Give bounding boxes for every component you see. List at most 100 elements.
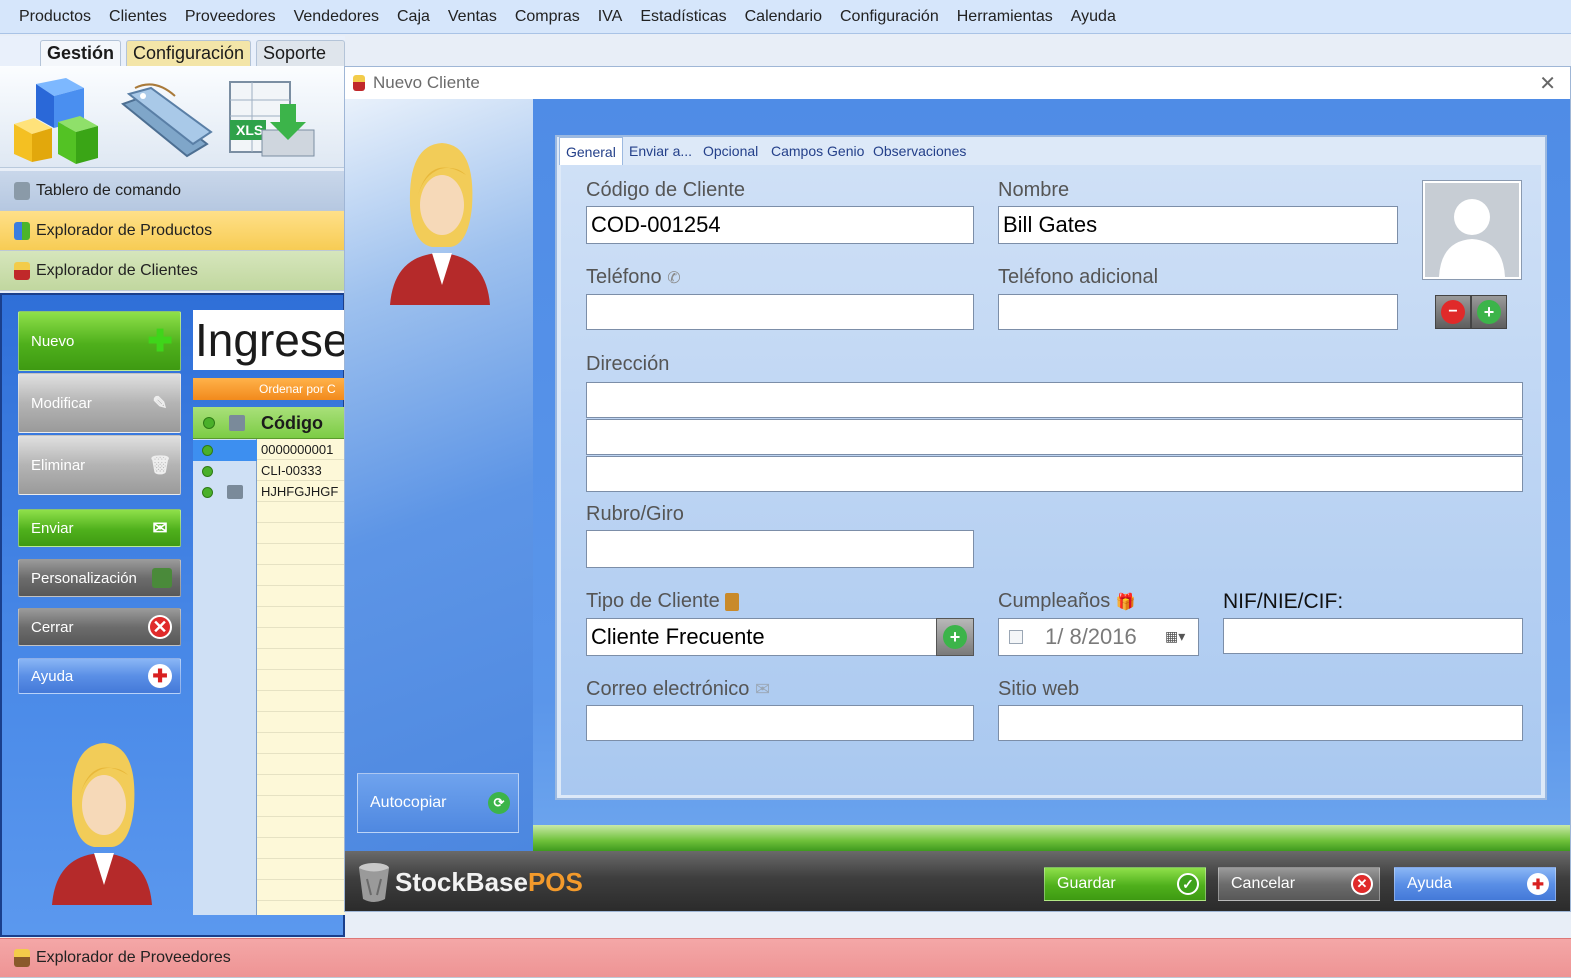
add-photo-button[interactable]: +: [1471, 295, 1507, 329]
accordion-proveedores[interactable]: Explorador de Proveedores: [0, 938, 1571, 978]
menu-item-estadisticas[interactable]: Estadísticas: [631, 0, 735, 34]
dashboard-icon: [14, 181, 30, 200]
xls-export-icon[interactable]: XLS: [222, 74, 322, 164]
table-row[interactable]: HJHFGJHGF: [193, 482, 345, 503]
guardar-button[interactable]: Guardar ✓: [1044, 867, 1206, 901]
menu-item-compras[interactable]: Compras: [506, 0, 589, 34]
eliminar-label: Eliminar: [31, 456, 86, 474]
correo-label: Correo electrónico ✉: [586, 678, 770, 701]
modificar-button[interactable]: Modificar ✎: [18, 373, 181, 433]
status-dot-icon: [202, 487, 213, 498]
direccion-line2-field[interactable]: [586, 419, 1523, 455]
sort-bar[interactable]: Ordenar por C: [193, 378, 345, 400]
status-dot-icon: [203, 417, 215, 429]
minus-icon: −: [1441, 300, 1465, 324]
menu-item-calendario[interactable]: Calendario: [736, 0, 831, 34]
client-photo-placeholder[interactable]: [1422, 180, 1522, 280]
menu-item-ventas[interactable]: Ventas: [439, 0, 506, 34]
price-tags-icon[interactable]: [115, 74, 215, 164]
products-cube-icon[interactable]: [8, 74, 108, 164]
tab-gestion[interactable]: Gestión: [40, 40, 122, 66]
menu-item-iva[interactable]: IVA: [589, 0, 632, 34]
add-tipo-cliente-button[interactable]: +: [936, 618, 974, 656]
tab-enviar-a[interactable]: Enviar a...: [623, 137, 698, 165]
ribbon-toolbar: XLS: [0, 66, 345, 168]
brand-stockbase: StockBase: [395, 867, 528, 897]
calendar-dropdown-icon[interactable]: ▦▾: [1165, 628, 1185, 645]
table-row[interactable]: 0000000001: [193, 440, 345, 461]
eliminar-button[interactable]: Eliminar 🗑: [18, 435, 181, 495]
menu-item-vendedores[interactable]: Vendedores: [285, 0, 388, 34]
menu-item-configuracion[interactable]: Configuración: [831, 0, 948, 34]
status-dot-icon: [202, 466, 213, 477]
cumpleanos-checkbox[interactable]: [1009, 630, 1023, 644]
telefono-label: Teléfono ✆: [586, 266, 681, 289]
menu-item-productos[interactable]: Productos: [10, 0, 100, 34]
tipo-cliente-field[interactable]: Cliente Frecuente: [586, 618, 936, 656]
cancelar-button[interactable]: Cancelar ✕: [1218, 867, 1380, 901]
close-x-icon: ✕: [148, 615, 172, 639]
nif-field[interactable]: [1223, 618, 1523, 654]
grid-header: Código: [193, 407, 345, 439]
card-icon: [227, 485, 243, 499]
autocopiar-button[interactable]: Autocopiar ⟳: [357, 773, 519, 833]
ayuda-left-label: Ayuda: [31, 667, 74, 685]
codigo-field[interactable]: COD-001254: [586, 206, 974, 244]
sitio-label: Sitio web: [998, 678, 1080, 700]
nuevo-label: Nuevo: [31, 332, 75, 350]
row-code: 0000000001: [261, 442, 334, 457]
nombre-label: Nombre: [998, 179, 1070, 201]
dialog-sidebar: Autocopiar ⟳: [345, 99, 533, 851]
gift-icon: 🎁: [1115, 594, 1136, 611]
close-icon[interactable]: ✕: [1539, 71, 1556, 96]
menu-item-proveedores[interactable]: Proveedores: [176, 0, 285, 34]
dialog-titlebar: Nuevo Cliente ✕: [345, 67, 1570, 99]
menu-item-herramientas[interactable]: Herramientas: [948, 0, 1062, 34]
tab-panel: General Enviar a... Opcional Campos Geni…: [555, 135, 1547, 800]
telefono-field[interactable]: [586, 294, 974, 330]
accordion-productos[interactable]: Explorador de Productos: [0, 211, 345, 251]
close-x-icon: ✕: [1351, 873, 1373, 895]
dialog-footer: StockBasePOS Guardar ✓ Cancelar ✕ Ayuda …: [345, 851, 1570, 911]
ayuda-left-button[interactable]: Ayuda ✚: [18, 658, 181, 694]
tab-observaciones[interactable]: Observaciones: [867, 137, 972, 165]
ayuda-button[interactable]: Ayuda ✚: [1394, 867, 1556, 901]
personalizacion-button[interactable]: Personalización: [18, 559, 181, 597]
check-icon: ✓: [1177, 873, 1199, 895]
direccion-line1-field[interactable]: [586, 382, 1523, 418]
correo-field[interactable]: [586, 705, 974, 741]
tab-general[interactable]: General: [559, 137, 623, 165]
accordion-tablero[interactable]: Tablero de comando: [0, 171, 345, 211]
table-row[interactable]: CLI-00333: [193, 461, 345, 482]
cerrar-button[interactable]: Cerrar ✕: [18, 608, 181, 646]
grid-header-codigo[interactable]: Código: [261, 413, 323, 434]
xls-label: XLS: [236, 122, 263, 138]
direccion-line3-field[interactable]: [586, 456, 1523, 492]
supplier-person-icon: [14, 949, 30, 967]
sync-icon: ⟳: [488, 792, 510, 814]
search-input[interactable]: Ingrese: [193, 310, 345, 370]
tab-configuracion[interactable]: Configuración: [126, 40, 252, 66]
remove-photo-button[interactable]: −: [1435, 295, 1471, 329]
nombre-field[interactable]: Bill Gates: [998, 206, 1398, 244]
personalizacion-label: Personalización: [31, 569, 137, 587]
enviar-label: Enviar: [31, 519, 74, 537]
brand-pos: POS: [527, 867, 583, 897]
sitio-field[interactable]: [998, 705, 1523, 741]
accordion-clientes[interactable]: Explorador de Clientes: [0, 251, 345, 291]
rubro-field[interactable]: [586, 530, 974, 568]
menu-item-caja[interactable]: Caja: [388, 0, 439, 34]
tab-opcional[interactable]: Opcional: [697, 137, 764, 165]
menu-item-clientes[interactable]: Clientes: [100, 0, 176, 34]
menu-item-ayuda[interactable]: Ayuda: [1062, 0, 1125, 34]
direccion-label: Dirección: [586, 353, 670, 375]
accordion-proveedores-label: Explorador de Proveedores: [36, 949, 231, 966]
dialog-title: Nuevo Cliente: [373, 73, 480, 92]
enviar-button[interactable]: Enviar ✉: [18, 509, 181, 547]
row-code: HJHFGJHGF: [261, 484, 339, 499]
tab-soporte-tecnico[interactable]: Soporte Técnico: [256, 40, 345, 87]
tab-campos-genio[interactable]: Campos Genio: [765, 137, 870, 165]
tab-general-body: Código de Cliente COD-001254 Nombre Bill…: [561, 165, 1541, 795]
nuevo-button[interactable]: Nuevo ✚: [18, 311, 181, 371]
telefono-adicional-field[interactable]: [998, 294, 1398, 330]
